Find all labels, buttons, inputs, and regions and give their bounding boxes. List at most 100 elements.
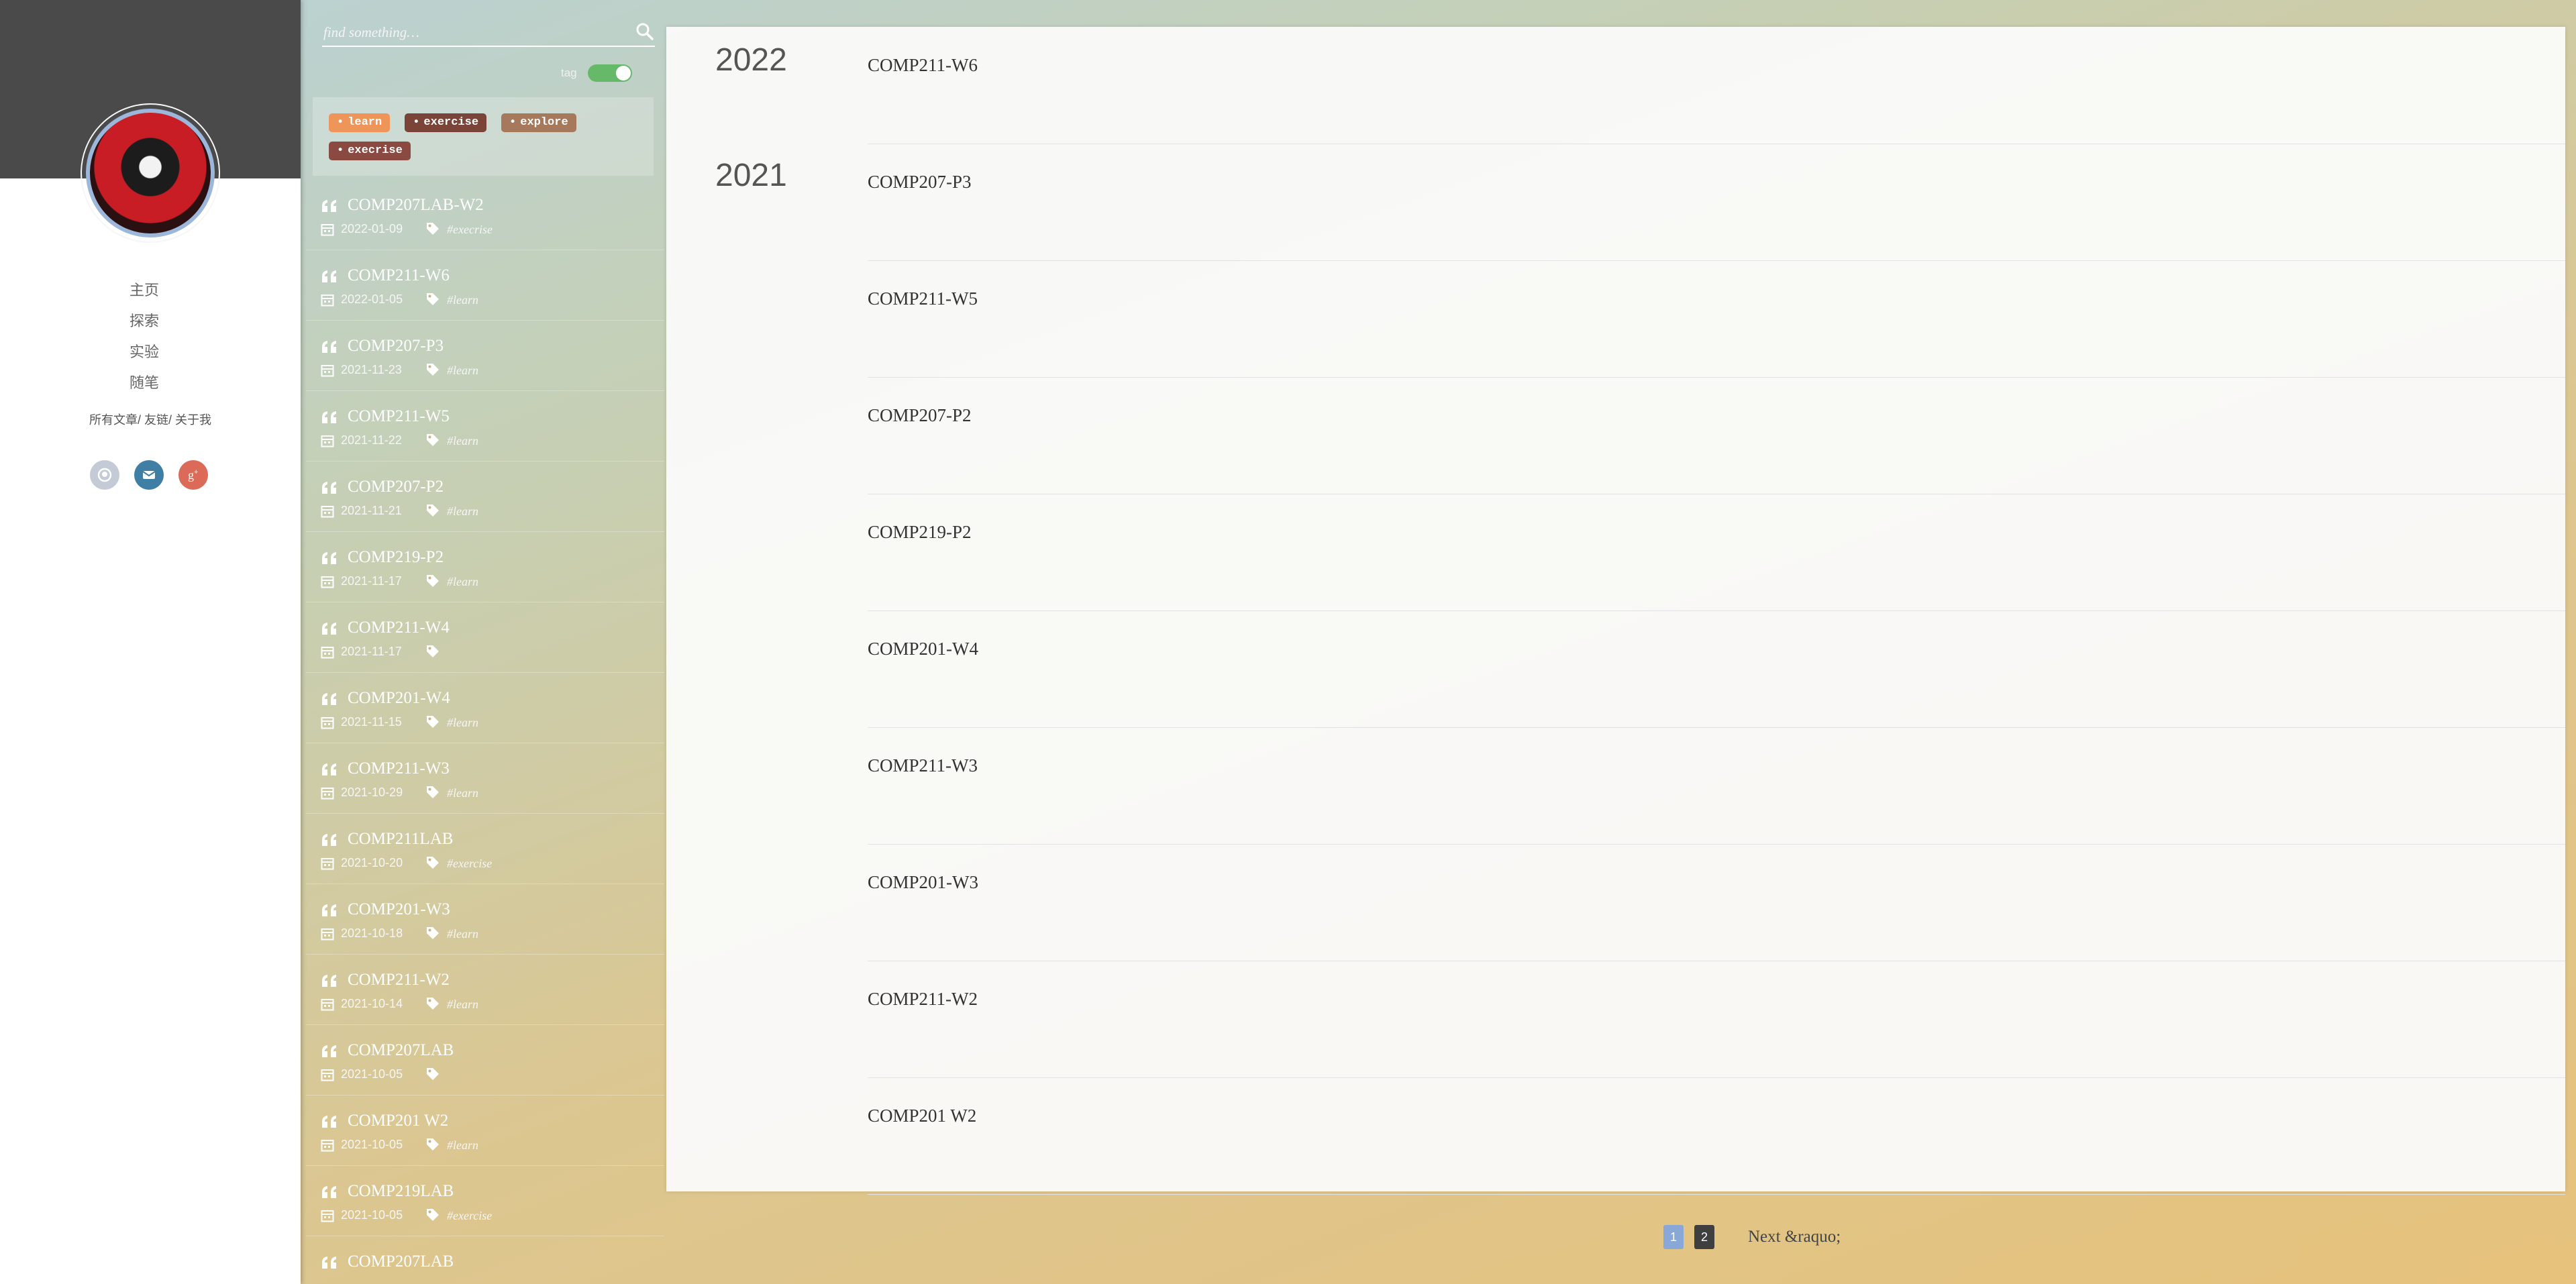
archive-entry-title[interactable]: COMP211-W3 <box>868 755 978 776</box>
archive-entry-title[interactable]: COMP201-W4 <box>868 639 978 659</box>
post-title[interactable]: COMP207-P3 <box>348 337 444 356</box>
archive-entry-title[interactable]: COMP207-P3 <box>868 172 972 193</box>
page-1-button[interactable]: 1 <box>1663 1225 1684 1249</box>
post-title[interactable]: COMP207LAB-W2 <box>348 196 484 215</box>
post-title[interactable]: COMP207LAB <box>348 1252 454 1271</box>
post-list-item[interactable]: COMP207LAB <box>306 1236 664 1284</box>
post-list-item[interactable]: COMP201-W3 2021-10-18 #learn <box>306 884 664 955</box>
post-tag[interactable]: #learn <box>447 927 478 941</box>
profile-sidebar: 主页 探索 实验 随笔 所有文章/ 友链/ 关于我 g + <box>0 0 301 1284</box>
post-list-item[interactable]: COMP207LAB 2021-10-05 <box>306 1025 664 1095</box>
tag-toggle[interactable] <box>587 64 632 82</box>
post-title[interactable]: COMP219-P2 <box>348 548 444 567</box>
archive-entry[interactable]: COMP211-W5 <box>868 260 2565 378</box>
tag-chip-exercise[interactable]: exercise <box>405 113 487 132</box>
tag-chip-execrise[interactable]: execrise <box>329 142 411 160</box>
post-tag[interactable]: #learn <box>447 716 478 730</box>
avatar-ring <box>81 103 220 243</box>
post-tag[interactable]: #learn <box>447 364 478 378</box>
next-page-link[interactable]: Next &raquo; <box>1748 1228 1841 1246</box>
quote-icon <box>322 1186 336 1198</box>
post-title[interactable]: COMP211-W6 <box>348 266 450 285</box>
post-tag[interactable]: #exercise <box>447 1209 492 1223</box>
archive-entry-title[interactable]: COMP211-W5 <box>868 288 978 309</box>
post-list-item[interactable]: COMP207-P2 2021-11-21 #learn <box>306 462 664 532</box>
google-plus-icon[interactable]: g + <box>178 460 208 490</box>
post-tag[interactable]: #learn <box>447 786 478 800</box>
archive-entry[interactable]: COMP201-W4 <box>868 610 2565 728</box>
archive-entry[interactable]: COMP211-W2 <box>868 961 2565 1078</box>
post-date: 2022-01-09 <box>341 222 403 235</box>
link-friends[interactable]: 友链 <box>144 413 168 427</box>
search-box <box>322 19 655 47</box>
link-all-posts[interactable]: 所有文章 <box>89 413 138 427</box>
post-list-item[interactable]: COMP207-P3 2021-11-23 #learn <box>306 321 664 391</box>
post-title[interactable]: COMP211-W3 <box>348 759 450 778</box>
github-icon[interactable] <box>90 460 119 490</box>
post-tag[interactable]: #learn <box>447 998 478 1012</box>
archive-entry-title[interactable]: COMP207-P2 <box>868 405 972 426</box>
archive-entry-title[interactable]: COMP219-P2 <box>868 522 972 543</box>
archive-entry[interactable]: COMP201 W2 <box>868 1077 2565 1195</box>
tag-chip-explore[interactable]: explore <box>501 113 576 132</box>
archive-entry-title[interactable]: COMP201 W2 <box>868 1106 976 1126</box>
post-list-item[interactable]: COMP201 W2 2021-10-05 #learn <box>306 1095 664 1166</box>
tag-chip-learn[interactable]: learn <box>329 113 391 132</box>
search-icon[interactable] <box>635 21 655 42</box>
link-about[interactable]: 关于我 <box>175 413 211 427</box>
post-list-item[interactable]: COMP211-W5 2021-11-22 #learn <box>306 391 664 462</box>
archive-entry[interactable]: COMP211-W6 <box>868 27 2565 144</box>
post-title[interactable]: COMP207LAB <box>348 1041 454 1060</box>
post-list-item[interactable]: COMP211LAB 2021-10-20 #exercise <box>306 814 664 884</box>
article-list-panel: tag learn exercise explore execrise COMP207… <box>306 0 664 1284</box>
post-tag[interactable]: #execrise <box>447 223 493 237</box>
post-list-item[interactable]: COMP207LAB-W2 2022-01-09 #execrise <box>306 180 664 250</box>
post-title[interactable]: COMP219LAB <box>348 1182 454 1201</box>
post-tag[interactable]: #exercise <box>447 857 492 871</box>
archive-entry[interactable]: COMP207-P2 <box>868 377 2565 494</box>
archive-entry[interactable]: COMP219-P2 <box>868 494 2565 611</box>
archive-row: COMP207-P2 <box>666 377 2565 494</box>
post-title[interactable]: COMP207-P2 <box>348 478 444 496</box>
social-links: g + <box>90 460 208 490</box>
post-title[interactable]: COMP211-W2 <box>348 971 450 989</box>
post-list-item[interactable]: COMP219LAB 2021-10-05 #exercise <box>306 1166 664 1236</box>
archive-year: 2022 <box>715 42 787 78</box>
post-tag[interactable]: #learn <box>447 434 478 448</box>
nav-item-lab[interactable]: 实验 <box>0 337 289 368</box>
archive-entry[interactable]: COMP211-W3 <box>868 727 2565 845</box>
post-title[interactable]: COMP211-W5 <box>348 407 450 426</box>
archive-entry[interactable]: COMP207-P3 <box>868 144 2565 261</box>
avatar[interactable] <box>81 103 220 243</box>
post-tag[interactable]: #learn <box>447 504 478 519</box>
post-list-item[interactable]: COMP211-W3 2021-10-29 #learn <box>306 743 664 814</box>
quote-icon <box>322 763 336 775</box>
main-nav: 主页 探索 实验 随笔 <box>0 275 289 398</box>
calendar-icon <box>321 999 334 1011</box>
post-list-item[interactable]: COMP211-W2 2021-10-14 #learn <box>306 955 664 1025</box>
post-title[interactable]: COMP201-W3 <box>348 900 450 919</box>
archive-year: 2021 <box>715 158 787 193</box>
archive-entry-title[interactable]: COMP201-W3 <box>868 872 978 893</box>
post-list-item[interactable]: COMP201-W4 2021-11-15 #learn <box>306 673 664 743</box>
mail-icon[interactable] <box>134 460 164 490</box>
post-title[interactable]: COMP211LAB <box>348 830 453 849</box>
post-date: 2021-11-15 <box>341 715 402 729</box>
post-list-item[interactable]: COMP211-W4 2021-11-17 <box>306 602 664 673</box>
archive-entry-title[interactable]: COMP211-W6 <box>868 55 978 76</box>
post-title[interactable]: COMP201-W4 <box>348 689 450 708</box>
post-title[interactable]: COMP211-W4 <box>348 619 450 637</box>
archive-entry-title[interactable]: COMP211-W2 <box>868 989 978 1010</box>
nav-item-explore[interactable]: 探索 <box>0 306 289 337</box>
post-tag[interactable]: #learn <box>447 293 478 307</box>
post-list-item[interactable]: COMP211-W6 2022-01-05 #learn <box>306 250 664 321</box>
nav-item-home[interactable]: 主页 <box>0 275 289 306</box>
post-tag[interactable]: #learn <box>447 1138 478 1153</box>
archive-entry[interactable]: COMP201-W3 <box>868 844 2565 961</box>
page-2-button[interactable]: 2 <box>1694 1225 1714 1249</box>
nav-item-essays[interactable]: 随笔 <box>0 368 289 398</box>
post-title[interactable]: COMP201 W2 <box>348 1112 448 1130</box>
post-list-item[interactable]: COMP219-P2 2021-11-17 #learn <box>306 532 664 602</box>
search-input[interactable] <box>322 19 620 46</box>
post-tag[interactable]: #learn <box>447 575 478 589</box>
